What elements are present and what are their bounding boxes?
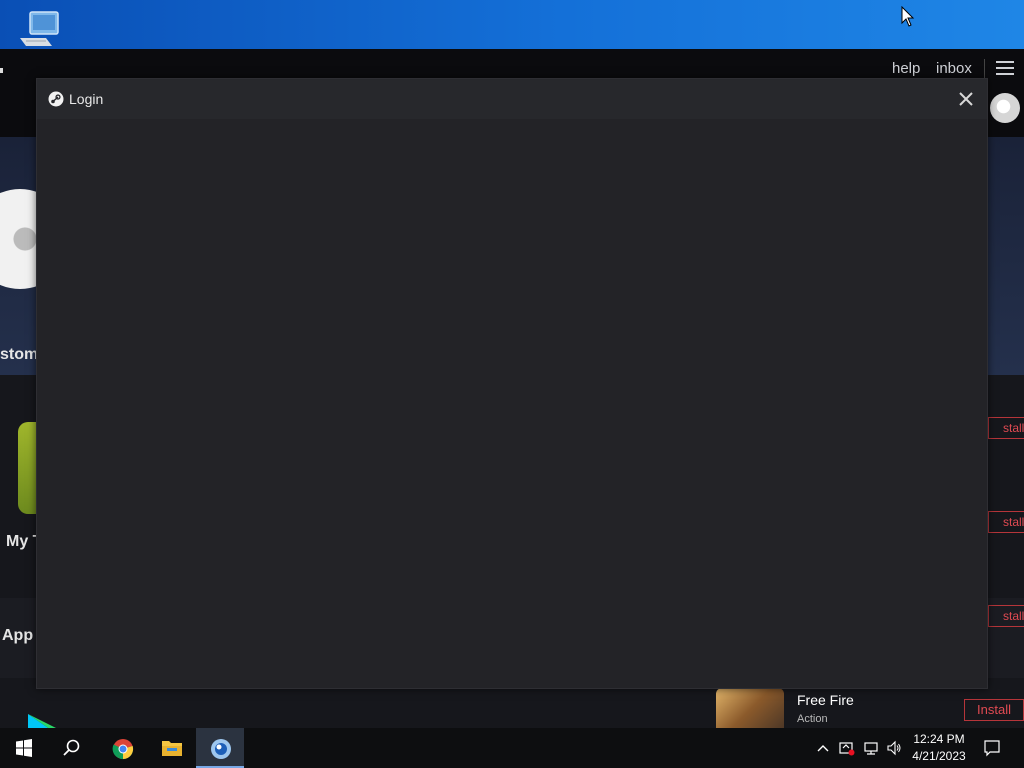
file-explorer-taskbar-button[interactable] — [147, 728, 195, 768]
game-row-free-fire[interactable]: Free Fire Action Install — [694, 686, 1024, 729]
install-button-partial[interactable]: stall — [988, 511, 1024, 533]
app-icon — [211, 739, 231, 759]
back-indicator — [0, 68, 3, 73]
left-label-apps: App — [2, 627, 34, 644]
chrome-taskbar-button[interactable] — [98, 728, 146, 768]
inbox-link[interactable]: inbox — [936, 60, 972, 77]
dialog-title: Login — [69, 91, 104, 107]
dialog-titlebar[interactable]: Login — [37, 79, 987, 119]
this-pc-icon[interactable] — [16, 8, 62, 50]
nav-divider — [984, 59, 985, 79]
app-taskbar-button[interactable] — [196, 728, 244, 768]
game-name: Free Fire — [797, 692, 854, 708]
steam-logo-icon — [48, 91, 64, 107]
install-button[interactable]: Install — [964, 699, 1024, 721]
help-link[interactable]: help — [892, 60, 920, 77]
file-explorer-icon — [162, 741, 182, 756]
system-clock[interactable]: 12:24 PM 4/21/2023 — [904, 731, 974, 765]
search-button[interactable] — [48, 728, 96, 768]
login-dialog: Login — [36, 78, 988, 689]
search-icon — [63, 739, 80, 756]
clock-date: 4/21/2023 — [912, 749, 966, 763]
update-notification-icon[interactable] — [839, 740, 855, 756]
user-avatar[interactable] — [990, 93, 1020, 123]
google-play-icon[interactable] — [24, 704, 84, 729]
install-button-partial[interactable]: stall — [988, 417, 1024, 439]
show-hidden-icons-chevron-icon[interactable] — [815, 740, 831, 756]
network-icon[interactable] — [863, 740, 879, 756]
start-icon — [16, 739, 32, 757]
chrome-icon — [112, 739, 134, 760]
volume-icon[interactable] — [886, 740, 902, 756]
install-button-partial[interactable]: stall — [988, 605, 1024, 627]
game-genre: Action — [797, 713, 828, 725]
clock-time: 12:24 PM — [913, 732, 965, 746]
mouse-cursor-icon — [901, 5, 915, 33]
left-label-custom: stom — [0, 346, 39, 363]
start-button[interactable] — [0, 728, 48, 768]
close-icon[interactable] — [957, 90, 975, 108]
free-fire-thumbnail — [716, 688, 784, 729]
taskbar: 12:24 PM 4/21/2023 — [0, 728, 1024, 768]
notification-center-icon[interactable] — [983, 739, 1001, 757]
hamburger-menu-icon[interactable] — [996, 61, 1014, 77]
